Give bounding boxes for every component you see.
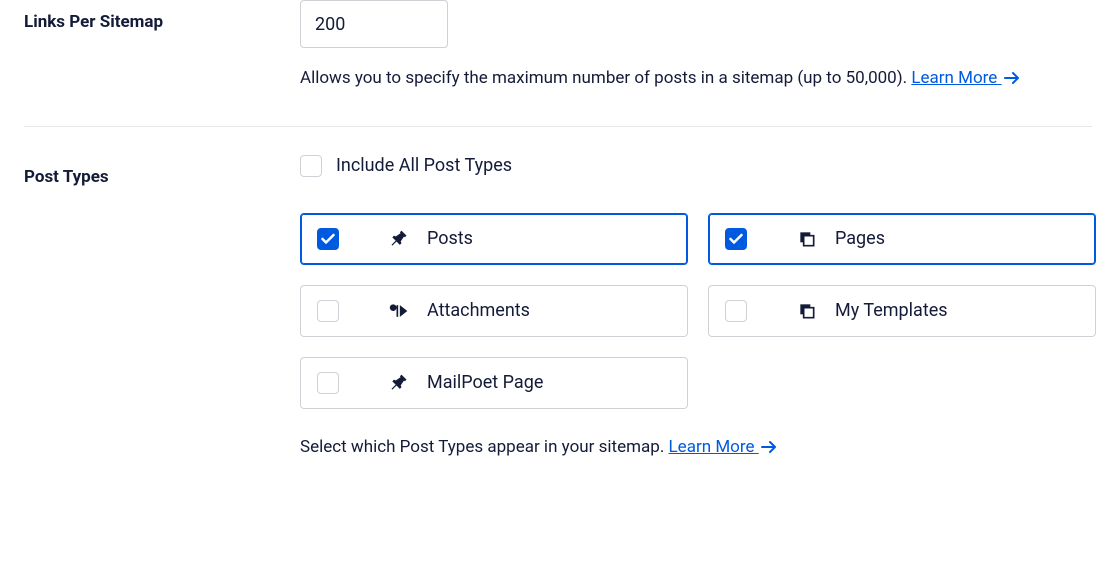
stack-icon xyxy=(797,229,817,249)
post-type-grid: Posts Pages Attachments My Templates MailPoe… xyxy=(300,213,1096,409)
post-type-label: Pages xyxy=(835,228,885,249)
post-type-card[interactable]: My Templates xyxy=(708,285,1096,337)
learn-more-text: Learn More xyxy=(669,437,755,457)
post-type-label: Attachments xyxy=(427,300,530,321)
pin-icon xyxy=(389,373,409,393)
links-per-sitemap-row: Links Per Sitemap Allows you to specify … xyxy=(24,0,1092,118)
pin-icon xyxy=(389,229,409,249)
links-per-sitemap-input[interactable] xyxy=(300,0,448,48)
post-type-card[interactable]: Posts xyxy=(300,213,688,265)
learn-more-link[interactable]: Learn More xyxy=(669,437,777,457)
post-types-content: Include All Post Types Posts Pages Attachm… xyxy=(300,155,1096,459)
links-per-sitemap-description: Allows you to specify the maximum number… xyxy=(300,66,1092,94)
post-type-checkbox[interactable] xyxy=(725,228,747,250)
description-text: Allows you to specify the maximum number… xyxy=(300,68,907,88)
post-types-label: Post Types xyxy=(24,155,300,459)
media-icon xyxy=(389,301,409,321)
post-types-row: Post Types Include All Post Types Posts P… xyxy=(24,155,1092,483)
include-all-checkbox[interactable] xyxy=(300,155,322,177)
arrow-right-icon xyxy=(761,439,777,459)
post-type-label: My Templates xyxy=(835,300,948,321)
include-all-label: Include All Post Types xyxy=(336,155,512,176)
description-text: Select which Post Types appear in your s… xyxy=(300,437,664,457)
arrow-right-icon xyxy=(1004,68,1020,94)
post-type-label: MailPoet Page xyxy=(427,372,543,393)
post-type-checkbox[interactable] xyxy=(317,372,339,394)
post-type-checkbox[interactable] xyxy=(725,300,747,322)
post-type-card[interactable]: Pages xyxy=(708,213,1096,265)
links-per-sitemap-content: Allows you to specify the maximum number… xyxy=(300,0,1092,94)
post-type-label: Posts xyxy=(427,228,473,249)
post-type-card[interactable]: Attachments xyxy=(300,285,688,337)
learn-more-link[interactable]: Learn More xyxy=(911,68,1019,88)
post-type-checkbox[interactable] xyxy=(317,228,339,250)
post-type-checkbox[interactable] xyxy=(317,300,339,322)
learn-more-text: Learn More xyxy=(911,68,997,88)
post-type-card[interactable]: MailPoet Page xyxy=(300,357,688,409)
include-all-row[interactable]: Include All Post Types xyxy=(300,155,1096,177)
section-divider xyxy=(24,126,1092,127)
links-per-sitemap-label: Links Per Sitemap xyxy=(24,0,300,94)
post-types-description: Select which Post Types appear in your s… xyxy=(300,437,1096,459)
stack-icon xyxy=(797,301,817,321)
